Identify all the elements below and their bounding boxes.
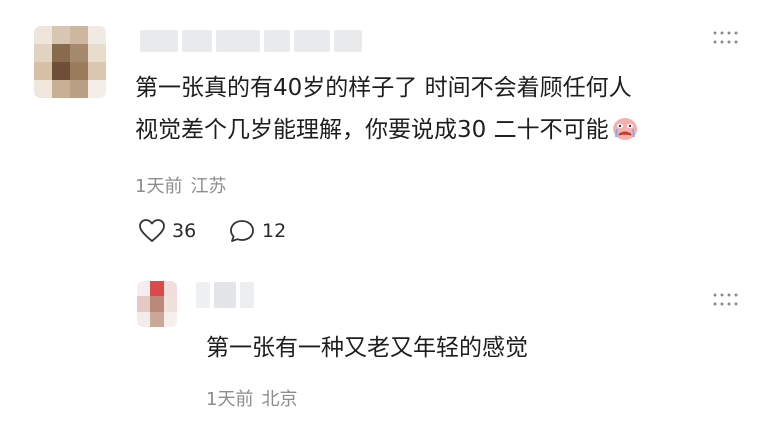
comment-text-line1: 第一张真的有40岁的样子了 时间不会着顾任何人 xyxy=(135,75,632,101)
comment-location: 江苏 xyxy=(190,176,227,197)
crying-face-emoji-icon xyxy=(611,115,639,152)
replier-avatar[interactable] xyxy=(137,281,177,327)
replier-name-blurred[interactable] xyxy=(196,282,254,308)
comment-bubble-icon xyxy=(230,220,254,242)
comment-text-line2: 视觉差个几岁能理解，你要说成30 二十不可能 xyxy=(135,112,639,152)
like-count: 36 xyxy=(172,220,197,242)
reply-button[interactable]: 12 xyxy=(228,218,286,244)
comment-text-line2-content: 视觉差个几岁能理解，你要说成30 二十不可能 xyxy=(135,117,609,143)
reply-text: 第一张有一种又老又年轻的感觉 xyxy=(206,335,528,361)
reply-meta: 1天前 北京 xyxy=(206,385,297,411)
reply-count: 12 xyxy=(262,220,287,242)
commenter-avatar[interactable] xyxy=(34,26,106,98)
comment-meta: 1天前 江苏 xyxy=(135,172,226,198)
comment-time: 1天前 xyxy=(135,176,183,197)
like-button[interactable]: 36 xyxy=(138,218,196,244)
commenter-name-blurred[interactable] xyxy=(140,30,362,52)
reply-more-options-icon[interactable] xyxy=(712,292,740,314)
reply-time: 1天前 xyxy=(206,389,254,410)
more-options-icon[interactable] xyxy=(712,30,740,52)
heart-icon xyxy=(139,219,165,242)
reply-location: 北京 xyxy=(261,389,298,410)
